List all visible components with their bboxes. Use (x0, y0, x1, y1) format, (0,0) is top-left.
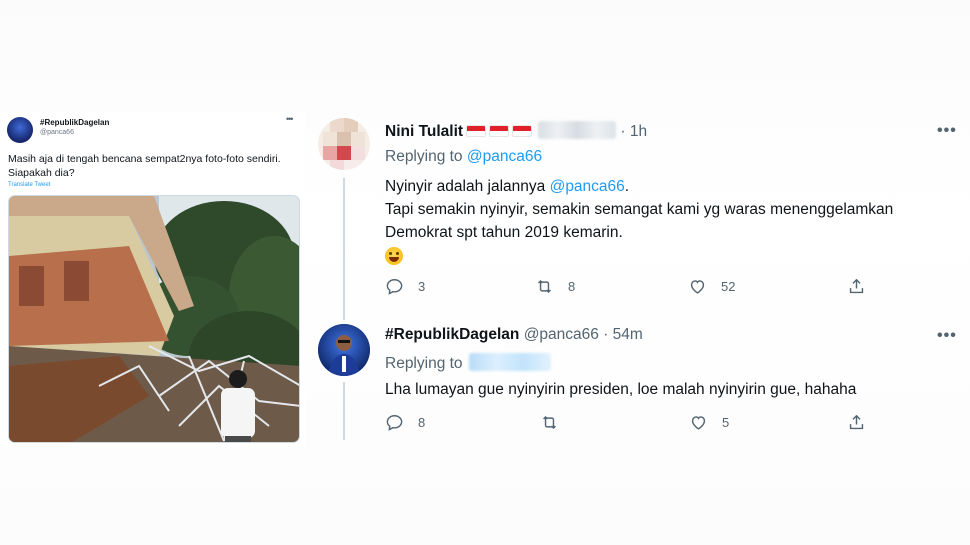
reply1-line1-text: Nyinyir adalah jalannya (385, 178, 550, 195)
mention-link[interactable]: @panca66 (550, 178, 625, 195)
embedded-tweet-text: Masih aja di tengah bencana sempat2nya f… (8, 153, 281, 179)
reply1-actions: 3 8 52 (385, 277, 875, 299)
profile-photo (318, 324, 370, 376)
indonesia-flag-icon (512, 125, 533, 137)
reply2-actions: 8 5 (385, 413, 875, 435)
reply2-header: #RepublikDagelan @panca66 · 54m (385, 326, 643, 344)
share-icon (849, 278, 864, 294)
like-count: 5 (722, 415, 730, 430)
embedded-tweet-name[interactable]: #RepublikDagelan (40, 118, 109, 127)
replying-to-mention[interactable]: @panca66 (467, 148, 542, 165)
share-button[interactable] (847, 413, 866, 432)
embedded-tweet-card[interactable]: #RepublikDagelan @panca66 ••• Masih aja … (0, 112, 305, 447)
replying-label: Replying to (385, 148, 463, 165)
share-button[interactable] (847, 277, 866, 296)
thread-connector-line (343, 382, 345, 440)
thread-connector-line (343, 178, 345, 320)
indonesia-flag-icon (466, 125, 487, 137)
more-icon[interactable]: ••• (937, 122, 957, 140)
reply1-line1: Nyinyir adalah jalannya @panca66. (385, 175, 893, 198)
reply1-avatar[interactable] (318, 118, 370, 170)
like-count: 52 (721, 279, 736, 294)
reply2-time[interactable]: · 54m (603, 326, 643, 343)
reply2-text: Lha lumayan gue nyinyirin presiden, loe … (385, 381, 857, 398)
reply2-name[interactable]: #RepublikDagelan (385, 326, 519, 343)
like-icon (690, 280, 705, 294)
reply2-handle[interactable]: @panca66 (524, 326, 599, 343)
embedded-tweet-handle[interactable]: @panca66 (40, 129, 74, 136)
reply-button[interactable]: 3 (385, 277, 425, 296)
reply1-line1-end: . (624, 178, 630, 195)
redacted-mention[interactable] (468, 353, 551, 371)
more-icon[interactable]: ••• (286, 114, 294, 124)
reply-count: 8 (418, 415, 426, 430)
like-button[interactable]: 52 (688, 277, 735, 296)
redacted-handle[interactable] (538, 121, 617, 139)
reply-count: 3 (418, 279, 426, 294)
grinning-sweat-emoji-icon (385, 247, 403, 265)
tweet-photo[interactable] (8, 195, 300, 443)
collapsed-building-photo (9, 196, 299, 442)
retweet-button[interactable]: 8 (535, 277, 575, 296)
reply1-line3: Demokrat spt tahun 2019 kemarin. (385, 224, 623, 241)
reply-button[interactable]: 8 (385, 413, 425, 432)
retweet-button[interactable] (540, 413, 573, 432)
replying-label: Replying to (385, 355, 463, 372)
pixelated-avatar (318, 118, 370, 170)
translate-tweet-link[interactable]: Translate Tweet (8, 182, 50, 188)
like-icon (691, 416, 706, 430)
reply1-text: Nyinyir adalah jalannya @panca66. Tapi s… (385, 175, 893, 269)
reply2-avatar[interactable] (318, 324, 370, 376)
share-icon (849, 414, 864, 430)
reply-icon (386, 279, 403, 295)
retweet-icon (538, 279, 551, 294)
reply2-replying-to: Replying to (385, 353, 551, 373)
reply1-time[interactable]: · 1h (620, 123, 647, 140)
retweet-icon (543, 415, 556, 430)
more-icon[interactable]: ••• (937, 327, 957, 345)
like-button[interactable]: 5 (689, 413, 729, 432)
reply1-replying-to: Replying to @panca66 (385, 148, 542, 166)
reply1-name[interactable]: Nini Tulalit (385, 123, 463, 140)
indonesia-flag-icon (489, 125, 510, 137)
reply1-line2: Tapi semakin nyinyir, semakin semangat k… (385, 201, 894, 218)
embedded-tweet-avatar[interactable] (7, 117, 33, 143)
reply1-header: Nini Tulalit · 1h (385, 121, 647, 141)
retweet-count: 8 (568, 279, 576, 294)
reply-icon (386, 415, 403, 431)
